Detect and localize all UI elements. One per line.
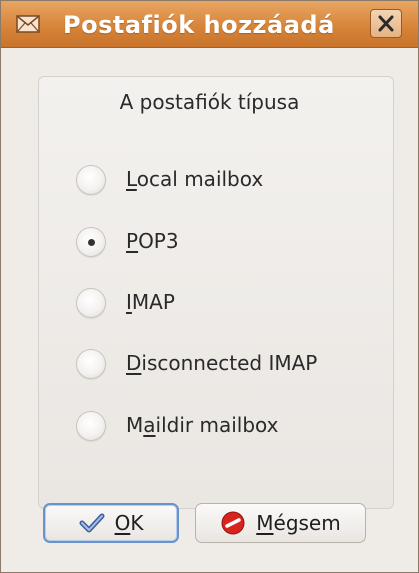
close-button[interactable] <box>370 9 402 38</box>
close-icon <box>378 15 394 32</box>
accelerator-letter: P <box>126 229 139 253</box>
radio-label[interactable]: Disconnected IMAP <box>126 348 317 378</box>
accelerator-letter: M <box>256 511 274 535</box>
cancel-icon <box>221 511 245 535</box>
radio-label[interactable]: Local mailbox <box>126 164 263 194</box>
radio-button[interactable] <box>76 349 106 379</box>
accelerator-letter: a <box>143 413 156 437</box>
window-title: Postafiók hozzáadá <box>63 11 335 39</box>
title-bar[interactable]: Postafiók hozzáadá <box>1 1 418 48</box>
accelerator-letter: L <box>126 167 137 191</box>
label-rest: OP3 <box>138 229 179 253</box>
checkmark-icon <box>79 513 105 533</box>
radio-button[interactable] <box>76 411 106 441</box>
ok-button-content: OK <box>45 505 177 541</box>
radio-maildir-mailbox[interactable]: Maildir mailbox <box>76 409 396 445</box>
window-menu-icon[interactable] <box>15 12 41 36</box>
group-title: A postafiók típusa <box>119 90 300 114</box>
label-rest: ildir mailbox <box>155 413 279 437</box>
radio-button[interactable] <box>76 165 106 195</box>
accelerator-letter: D <box>126 351 142 375</box>
ok-button[interactable]: OK <box>43 503 179 543</box>
radio-label[interactable]: POP3 <box>126 226 179 256</box>
radio-selected-dot <box>88 239 95 246</box>
radio-local-mailbox[interactable]: Local mailbox <box>76 163 396 199</box>
cancel-button-content: Mégsem <box>196 504 365 542</box>
dialog-window: Postafiók hozzáadá A postafiók típusa Lo… <box>0 0 419 573</box>
radio-pop3[interactable]: POP3 <box>76 225 396 261</box>
dialog-body: A postafiók típusa Local mailbox POP3 IM… <box>6 48 413 568</box>
radio-label[interactable]: Maildir mailbox <box>126 410 278 440</box>
radio-button[interactable] <box>76 288 106 318</box>
radio-disconnected-imap[interactable]: Disconnected IMAP <box>76 347 396 383</box>
radio-imap[interactable]: IMAP <box>76 286 396 322</box>
label-rest: ocal mailbox <box>136 167 264 191</box>
accelerator-letter: O <box>114 511 131 535</box>
radio-label[interactable]: IMAP <box>126 287 175 317</box>
cancel-button[interactable]: Mégsem <box>195 503 366 543</box>
label-rest: K <box>130 511 144 535</box>
ok-label: OK <box>115 511 144 535</box>
radio-button[interactable] <box>76 227 106 257</box>
label-prefix: M <box>126 413 144 437</box>
label-rest: égsem <box>273 511 341 535</box>
label-rest: isconnected IMAP <box>141 351 318 375</box>
label-rest: MAP <box>131 290 175 314</box>
cancel-label: Mégsem <box>256 511 340 535</box>
